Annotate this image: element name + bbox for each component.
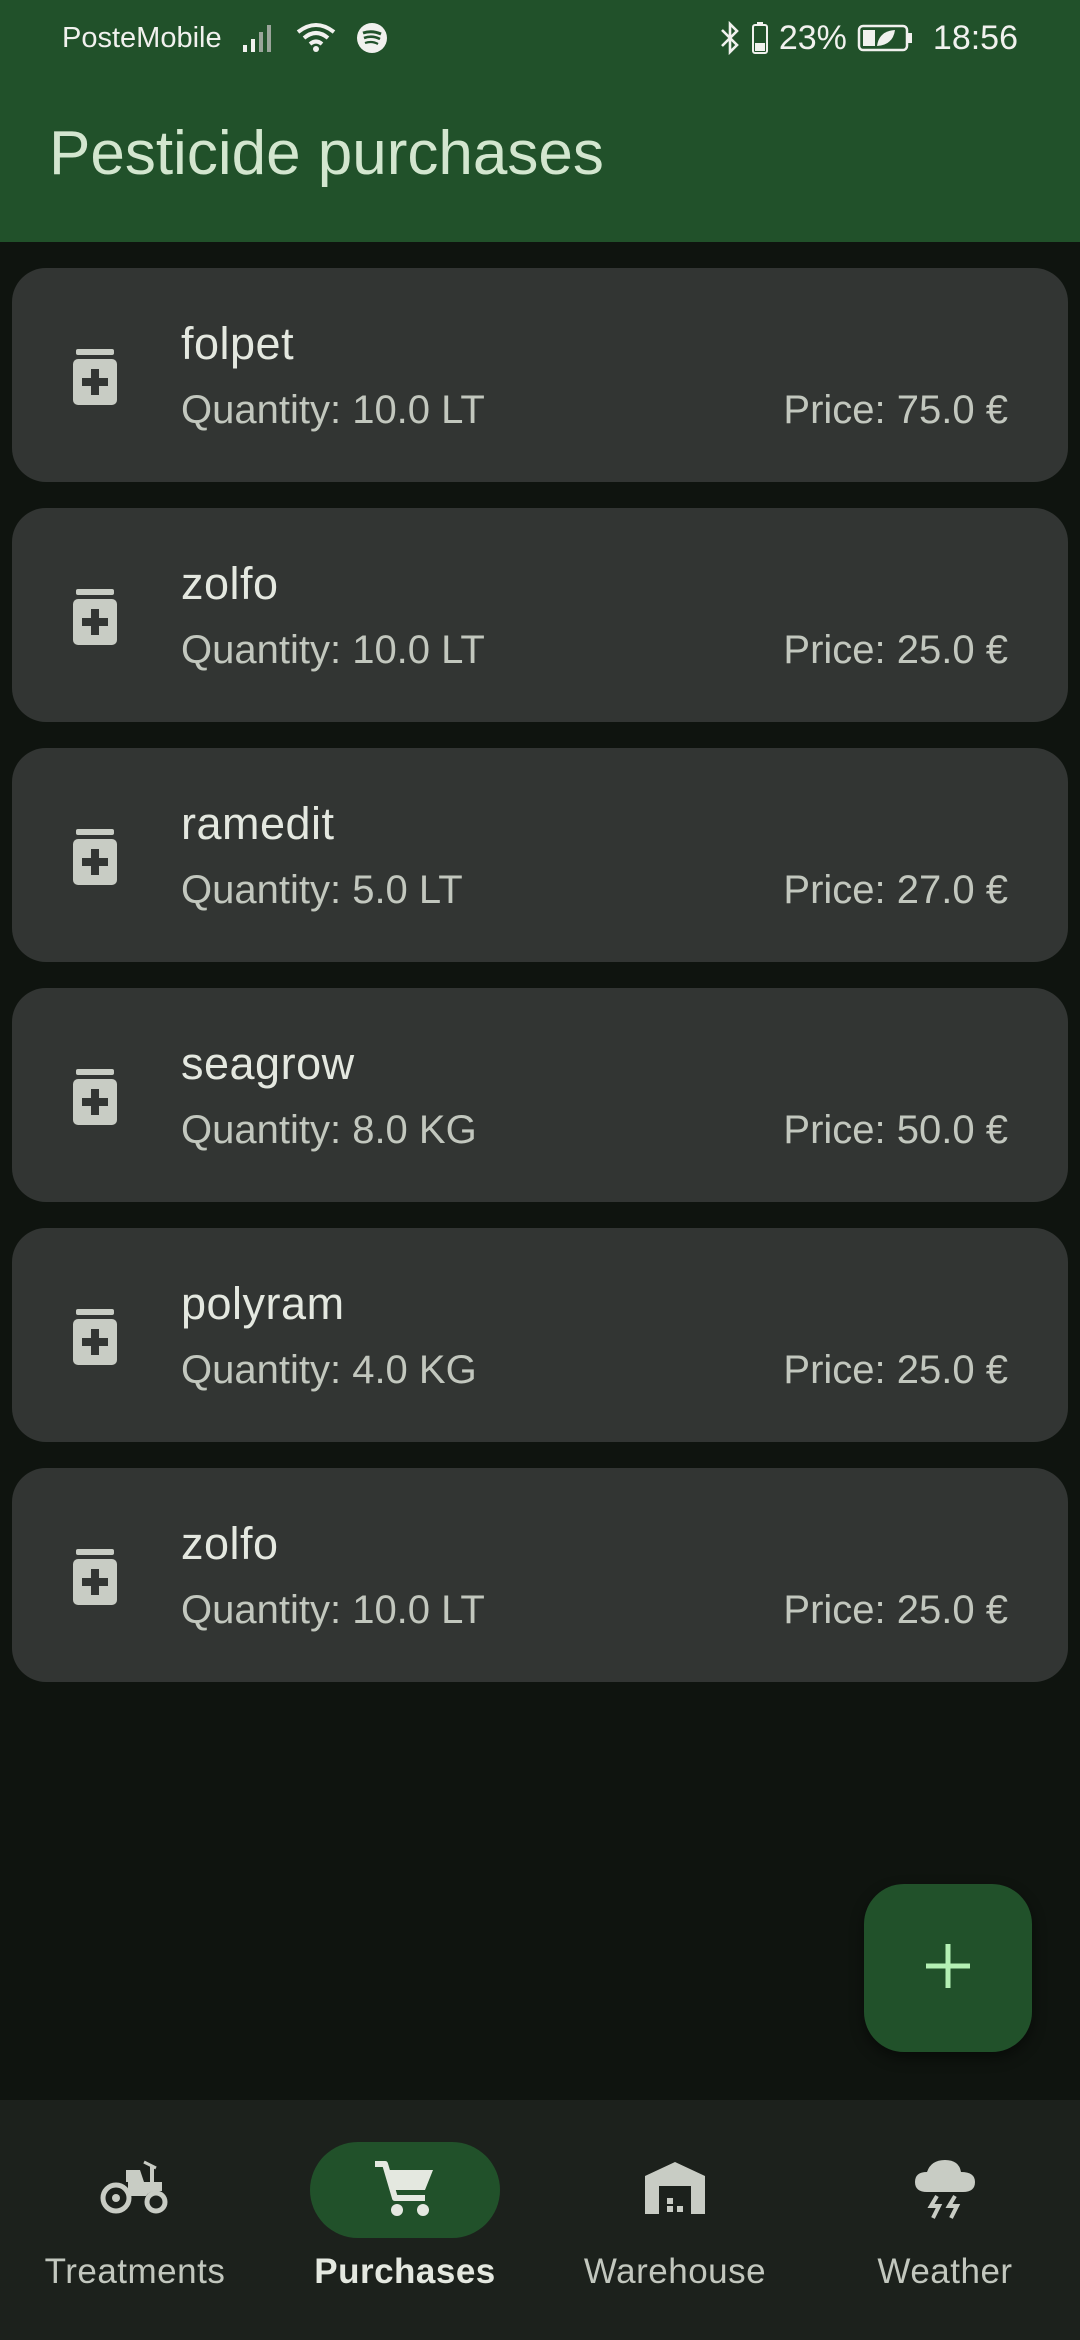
bluetooth-icon <box>719 21 741 55</box>
purchase-list: folpet Quantity: 10.0 LT Price: 75.0 € z… <box>12 268 1068 1708</box>
nav-label: Warehouse <box>583 2252 767 2291</box>
pesticide-bottle-icon <box>70 1548 120 1606</box>
screen: PosteMobile 23% 18:56 Pesticide purchase… <box>0 0 1080 2340</box>
quantity-text: Quantity: 10.0 LT <box>181 388 485 432</box>
purchase-card[interactable]: folpet Quantity: 10.0 LT Price: 75.0 € <box>12 268 1068 482</box>
purchase-card[interactable]: polyram Quantity: 4.0 KG Price: 25.0 € <box>12 1228 1068 1442</box>
nav-indicator <box>850 2142 1040 2238</box>
pesticide-name: seagrow <box>181 1038 355 1089</box>
pesticide-bottle-icon <box>70 1308 120 1366</box>
purchase-card[interactable]: zolfo Quantity: 10.0 LT Price: 25.0 € <box>12 508 1068 722</box>
purchase-card[interactable]: seagrow Quantity: 8.0 KG Price: 50.0 € <box>12 988 1068 1202</box>
wifi-icon <box>296 22 336 54</box>
quantity-text: Quantity: 10.0 LT <box>181 628 485 672</box>
pesticide-name: zolfo <box>181 1518 279 1569</box>
signal-icon <box>242 23 276 53</box>
price-text: Price: 25.0 € <box>783 1588 1008 1632</box>
pesticide-name: folpet <box>181 318 295 369</box>
nav-item-warehouse[interactable]: Warehouse <box>540 2100 810 2340</box>
quantity-text: Quantity: 8.0 KG <box>181 1108 477 1152</box>
shopping-cart-icon <box>373 2158 437 2223</box>
nav-item-weather[interactable]: Weather <box>810 2100 1080 2340</box>
page-title: Pesticide purchases <box>49 119 604 188</box>
quantity-text: Quantity: 4.0 KG <box>181 1348 477 1392</box>
nav-indicator <box>580 2142 770 2238</box>
quantity-text: Quantity: 5.0 LT <box>181 868 463 912</box>
pesticide-name: polyram <box>181 1278 345 1329</box>
pesticide-bottle-icon <box>70 1068 120 1126</box>
nav-label: Purchases <box>314 2252 496 2291</box>
purchase-card[interactable]: ramedit Quantity: 5.0 LT Price: 27.0 € <box>12 748 1068 962</box>
carrier-name: PosteMobile <box>62 21 222 54</box>
pesticide-name: zolfo <box>181 558 279 609</box>
battery-percent: 23% <box>778 18 847 57</box>
price-text: Price: 25.0 € <box>783 1348 1008 1392</box>
thunderstorm-icon <box>913 2156 977 2225</box>
battery-saver-icon <box>857 23 915 53</box>
nav-indicator-active <box>310 2142 500 2238</box>
pesticide-bottle-icon <box>70 588 120 646</box>
quantity-text: Quantity: 10.0 LT <box>181 1588 485 1632</box>
warehouse-icon <box>643 2160 707 2221</box>
nav-label: Weather <box>877 2252 1013 2291</box>
purchase-card[interactable]: zolfo Quantity: 10.0 LT Price: 25.0 € <box>12 1468 1068 1682</box>
price-text: Price: 25.0 € <box>783 628 1008 672</box>
price-text: Price: 75.0 € <box>783 388 1008 432</box>
status-bar: PosteMobile 23% 18:56 <box>0 0 1080 76</box>
top-app-bar: PosteMobile 23% 18:56 Pesticide purchase… <box>0 0 1080 242</box>
battery-level-icon <box>751 21 769 55</box>
plus-icon <box>924 1942 972 1995</box>
nav-indicator <box>40 2142 230 2238</box>
add-purchase-button[interactable] <box>864 1884 1032 2052</box>
pesticide-bottle-icon <box>70 828 120 886</box>
bottom-navigation: Treatments Purchases Warehouse Weather <box>0 2100 1080 2340</box>
clock: 18:56 <box>932 18 1018 57</box>
pesticide-bottle-icon <box>70 348 120 406</box>
nav-item-treatments[interactable]: Treatments <box>0 2100 270 2340</box>
pesticide-name: ramedit <box>181 798 335 849</box>
spotify-icon <box>356 22 388 54</box>
price-text: Price: 27.0 € <box>783 868 1008 912</box>
nav-item-purchases[interactable]: Purchases <box>270 2100 540 2340</box>
nav-label: Treatments <box>44 2252 226 2291</box>
tractor-icon <box>100 2160 170 2221</box>
price-text: Price: 50.0 € <box>783 1108 1008 1152</box>
